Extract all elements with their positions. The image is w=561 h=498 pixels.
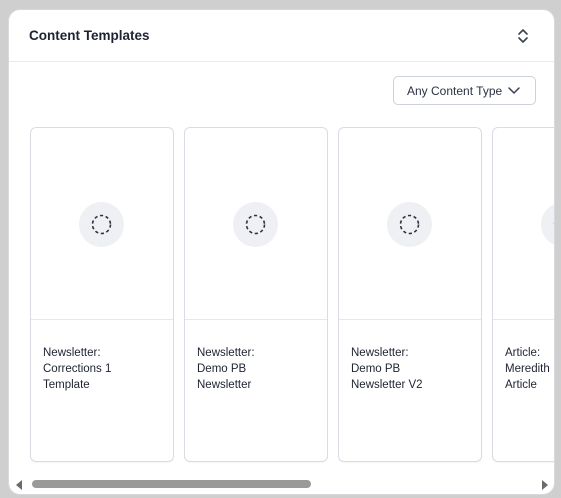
thumbnail-placeholder — [79, 202, 124, 247]
template-carousel: Newsletter: Corrections 1 Template Newsl… — [9, 120, 554, 465]
template-card-label: Newsletter: Demo PB Newsletter — [197, 347, 255, 391]
chevron-down-icon — [508, 87, 520, 94]
chevron-up-down-icon — [518, 29, 528, 43]
template-card[interactable]: Newsletter: Corrections 1 Template — [30, 127, 174, 462]
content-type-filter-value: Any Content Type — [407, 84, 503, 98]
window-frame: Content Templates Any Content Type Newsl… — [0, 0, 561, 498]
collapse-toggle-button[interactable] — [514, 25, 532, 47]
panel-header: Content Templates — [9, 10, 554, 62]
template-card[interactable]: Newsletter: Demo PB Newsletter V2 — [338, 127, 482, 462]
panel-title: Content Templates — [29, 28, 150, 43]
template-card-label: Article: Meredith Article — [505, 347, 550, 391]
loading-spinner-icon — [399, 214, 420, 235]
template-card[interactable]: Newsletter: Demo PB Newsletter — [184, 127, 328, 462]
content-type-filter[interactable]: Any Content Type — [393, 76, 536, 105]
scroll-right-arrow-icon[interactable] — [541, 480, 549, 490]
horizontal-scrollbar[interactable] — [8, 476, 555, 493]
template-thumbnail — [493, 128, 554, 320]
template-thumbnail — [339, 128, 481, 320]
loading-spinner-icon — [553, 222, 554, 227]
thumbnail-placeholder — [387, 202, 432, 247]
template-card-list: Newsletter: Corrections 1 Template Newsl… — [30, 127, 554, 462]
thumbnail-placeholder — [233, 202, 278, 247]
loading-spinner-icon — [245, 214, 266, 235]
content-templates-panel: Content Templates Any Content Type Newsl… — [8, 9, 555, 495]
scroll-left-arrow-icon[interactable] — [15, 480, 23, 490]
template-thumbnail — [31, 128, 173, 320]
thumbnail-placeholder — [541, 202, 554, 247]
template-thumbnail — [185, 128, 327, 320]
template-card-label: Newsletter: Demo PB Newsletter V2 — [351, 347, 423, 391]
loading-spinner-icon — [91, 214, 112, 235]
template-card-label: Newsletter: Corrections 1 Template — [43, 347, 112, 391]
scrollbar-thumb[interactable] — [32, 480, 311, 488]
template-card[interactable]: Article: Meredith Article — [492, 127, 554, 462]
